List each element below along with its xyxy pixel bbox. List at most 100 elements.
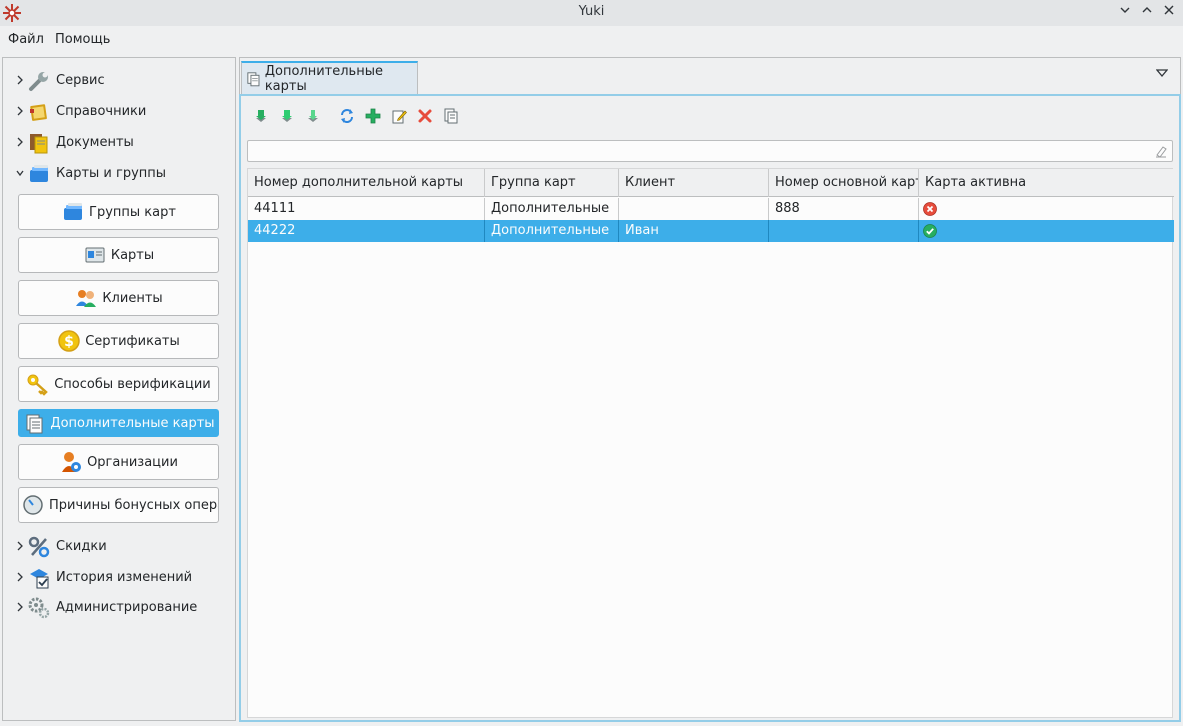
- tab-menu-icon[interactable]: [1156, 68, 1168, 78]
- cell-active: [919, 220, 1174, 242]
- add-icon: [365, 108, 381, 124]
- tree-label-discounts: Скидки: [56, 539, 107, 554]
- filter-field[interactable]: [247, 140, 1173, 162]
- copy-icon: [444, 108, 458, 124]
- edit-icon: [392, 110, 407, 124]
- card-stack-icon: [64, 203, 83, 220]
- tab-label: Дополнительные карты: [264, 64, 383, 94]
- id-card-icon: [85, 247, 105, 263]
- col-header-active[interactable]: Карта активна: [919, 169, 1174, 197]
- sidebar: Сервис Справочники Документы Карты и гру…: [2, 57, 236, 721]
- documents-icon: [30, 134, 48, 154]
- main-panel: Дополнительные карты Номер дополнительно…: [239, 57, 1181, 722]
- cell-number: 44222: [248, 220, 485, 242]
- clear-eraser-icon[interactable]: [1154, 144, 1168, 158]
- chevron-right-icon: [17, 602, 23, 612]
- verification-methods-label: Способы верификации: [54, 376, 211, 392]
- chevron-up-icon: [1142, 7, 1152, 13]
- certificates-button[interactable]: $ Сертификаты: [18, 323, 219, 359]
- cards-label: Карты: [110, 247, 155, 263]
- tree-item-cards-groups[interactable]: Карты и группы: [3, 162, 233, 186]
- bonus-reasons-label: Причины бонусных операций: [49, 497, 218, 513]
- percent-icon: [28, 536, 50, 558]
- document-copy-icon: [26, 414, 43, 434]
- import-icon: [308, 110, 318, 122]
- bonus-reasons-button[interactable]: Причины бонусных операций: [18, 487, 219, 523]
- tree-item-discounts[interactable]: Скидки: [3, 535, 233, 559]
- tree-label-service: Сервис: [56, 73, 105, 88]
- cell-group: Дополнительные: [485, 220, 619, 242]
- tab-additional-cards[interactable]: Дополнительные карты: [241, 61, 418, 95]
- tab-bar: Дополнительные карты: [239, 57, 1181, 95]
- refresh-icon: [341, 109, 353, 123]
- menu-file[interactable]: Файл: [8, 32, 44, 47]
- book-icon: [30, 104, 47, 121]
- active-status-icon: [923, 224, 937, 238]
- copy-button[interactable]: [439, 104, 463, 128]
- tree-item-history[interactable]: История изменений: [3, 566, 233, 590]
- title-bar: Yuki: [0, 0, 1183, 26]
- additional-cards-label: Дополнительные карты: [50, 415, 215, 431]
- toolbar: [249, 104, 463, 128]
- menu-bar: Файл Помощь: [0, 26, 1183, 54]
- tree-label-references: Справочники: [56, 104, 147, 119]
- col-header-main-number[interactable]: Номер основной карт: [769, 169, 919, 197]
- tree-item-documents[interactable]: Документы: [3, 131, 233, 155]
- tree-item-administration[interactable]: Администрирование: [3, 596, 233, 620]
- close-icon: [1164, 5, 1174, 15]
- wrench-icon: [29, 72, 48, 91]
- export-button[interactable]: [249, 104, 273, 128]
- edit-button[interactable]: [387, 104, 411, 128]
- document-copy-icon: [247, 72, 260, 87]
- tree-label-history: История изменений: [56, 570, 193, 585]
- tree-label-administration: Администрирование: [56, 600, 198, 615]
- svg-text:$: $: [64, 334, 74, 350]
- menu-help[interactable]: Помощь: [55, 32, 110, 47]
- export-all-button[interactable]: [275, 104, 299, 128]
- collapse-button[interactable]: [1114, 2, 1136, 24]
- chevron-right-icon: [17, 75, 23, 85]
- table-header: Номер дополнительной карты Группа карт К…: [248, 169, 1174, 197]
- additional-cards-button[interactable]: Дополнительные карты: [18, 409, 219, 437]
- organizations-button[interactable]: Организации: [18, 444, 219, 480]
- chevron-right-icon: [17, 106, 23, 116]
- tree-item-references[interactable]: Справочники: [3, 100, 233, 124]
- chevron-down-icon: [1120, 7, 1130, 13]
- cell-main-number: 888: [769, 198, 919, 220]
- delete-icon: [418, 109, 432, 123]
- cell-group: Дополнительные: [485, 198, 619, 220]
- tree-item-service[interactable]: Сервис: [3, 69, 233, 93]
- inactive-status-icon: [923, 202, 937, 216]
- filter-input[interactable]: [248, 141, 1148, 161]
- clients-button[interactable]: Клиенты: [18, 280, 219, 316]
- chevron-right-icon: [17, 572, 23, 582]
- cards-button[interactable]: Карты: [18, 237, 219, 273]
- gauge-icon: [23, 495, 43, 515]
- add-button[interactable]: [361, 104, 385, 128]
- organization-user-icon: [62, 452, 82, 472]
- table-row[interactable]: 44222 Дополнительные Иван: [248, 220, 1174, 242]
- card-groups-label: Группы карт: [89, 204, 176, 220]
- clients-label: Клиенты: [102, 290, 163, 306]
- col-header-number[interactable]: Номер дополнительной карты: [248, 169, 485, 197]
- maximize-button[interactable]: [1136, 2, 1158, 24]
- export-all-icon: [282, 110, 292, 122]
- cell-number: 44111: [248, 198, 485, 220]
- card-stack-icon: [30, 165, 48, 182]
- col-header-group[interactable]: Группа карт: [485, 169, 619, 197]
- col-header-client[interactable]: Клиент: [619, 169, 769, 197]
- history-checklist-icon: [30, 569, 49, 589]
- cell-main-number: [769, 220, 919, 242]
- close-button[interactable]: [1158, 2, 1180, 24]
- tree-label-documents: Документы: [56, 135, 134, 150]
- window-title: Yuki: [578, 4, 605, 19]
- table-row[interactable]: 44111 Дополнительные 888: [248, 198, 1174, 220]
- chevron-right-icon: [17, 137, 23, 147]
- delete-button[interactable]: [413, 104, 437, 128]
- cell-active: [919, 198, 1174, 220]
- import-button[interactable]: [301, 104, 325, 128]
- card-groups-button[interactable]: Группы карт: [18, 194, 219, 230]
- verification-methods-button[interactable]: Способы верификации: [18, 366, 219, 402]
- certificates-label: Сертификаты: [85, 333, 180, 349]
- refresh-button[interactable]: [335, 104, 359, 128]
